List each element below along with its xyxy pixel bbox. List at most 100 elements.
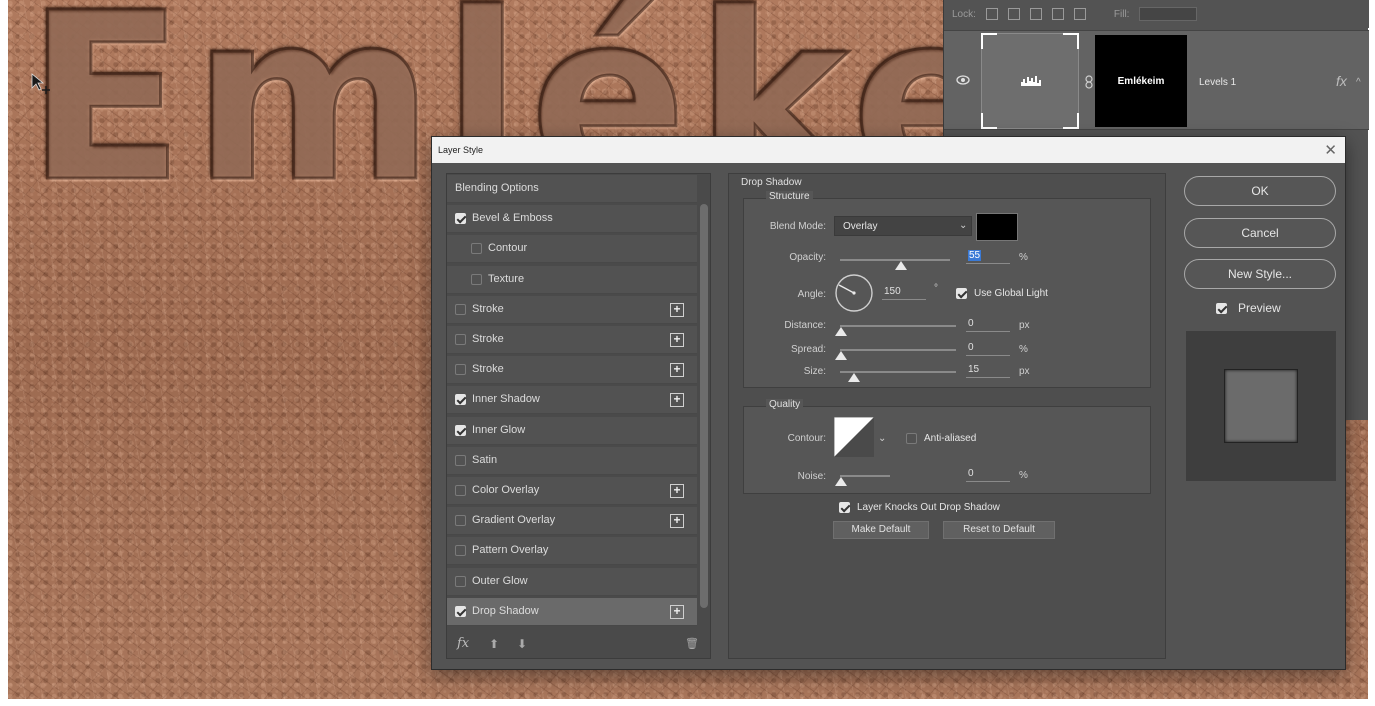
style-checkbox[interactable] [471,243,482,255]
style-item-color-overlay[interactable]: Color Overlay + [447,477,697,505]
layer-row-levels[interactable]: Emlékeim Levels 1 fx ^ [944,30,1369,130]
style-checkbox[interactable] [455,394,466,406]
close-icon[interactable]: ✕ [1324,141,1337,159]
style-item-stroke[interactable]: Stroke + [447,356,697,385]
style-checkbox[interactable] [455,213,466,225]
style-item-stroke[interactable]: Stroke + [447,326,697,354]
add-instance-plus-icon[interactable]: + [670,302,684,317]
spread-slider[interactable] [840,349,956,351]
fill-label: Fill: [1113,8,1130,20]
cancel-button[interactable]: Cancel [1184,218,1336,248]
angle-input[interactable]: 150 [882,285,926,300]
layer-name[interactable]: Levels 1 [1199,77,1236,88]
dialog-titlebar[interactable]: Layer Style ✕ [432,137,1345,163]
style-checkbox[interactable] [471,273,482,285]
opacity-unit: % [1019,252,1028,263]
styles-list-scrollbar[interactable] [698,174,710,614]
style-item-stroke[interactable]: Stroke + [447,295,697,324]
eye-icon[interactable] [956,75,970,85]
style-item-blending-options[interactable]: Blending Options [447,175,697,203]
angle-label: Angle: [797,289,826,300]
style-preview [1186,331,1336,481]
style-item-contour[interactable]: Contour [447,235,697,264]
style-checkbox[interactable] [455,575,466,587]
drop-shadow-settings: Drop Shadow Structure Blend Mode: Overla… [728,173,1166,659]
spread-input[interactable]: 0 [966,341,1010,356]
add-instance-plus-icon[interactable]: + [670,604,684,619]
spread-slider-thumb[interactable] [835,351,847,360]
ok-button[interactable]: OK [1184,176,1336,206]
spread-label: Spread: [790,344,826,355]
shadow-color-swatch[interactable] [976,213,1018,241]
style-checkbox[interactable] [455,515,466,527]
add-instance-plus-icon[interactable]: + [670,514,684,529]
opacity-slider-thumb[interactable] [894,261,907,270]
style-item-bevel-emboss[interactable]: Bevel & Emboss [447,205,697,234]
lock-all-icon[interactable] [1073,8,1086,20]
style-item-satin[interactable]: Satin [447,446,697,475]
collapse-effects-arrow-icon[interactable]: ^ [1356,77,1361,88]
preview-checkbox[interactable] [1216,303,1227,314]
distance-slider[interactable] [840,325,956,327]
noise-slider-thumb[interactable] [835,477,847,486]
style-item-label: Inner Glow [472,423,526,436]
style-item-texture[interactable]: Texture [447,265,697,294]
chevron-down-icon: ⌄ [959,220,968,231]
style-checkbox[interactable] [455,364,466,376]
new-style-button[interactable]: New Style... [1184,259,1336,289]
style-item-label: Drop Shadow [472,604,539,617]
style-item-inner-shadow[interactable]: Inner Shadow + [447,386,697,415]
layer-effects-fx-icon[interactable]: fx [1336,73,1347,89]
noise-input[interactable]: 0 [966,467,1010,482]
chain-link-icon[interactable] [1084,75,1094,89]
levels-adjustment-thumbnail[interactable] [981,33,1079,129]
size-input[interactable]: 15 [966,363,1010,378]
distance-input[interactable]: 0 [966,317,1010,332]
style-item-pattern-overlay[interactable]: Pattern Overlay [447,537,697,566]
style-item-label: Stroke [472,302,504,315]
style-checkbox[interactable] [455,454,466,466]
opacity-input[interactable]: 55 [966,249,1010,264]
style-item-inner-glow[interactable]: Inner Glow [447,416,697,445]
add-instance-plus-icon[interactable]: + [670,363,684,378]
style-item-outer-glow[interactable]: Outer Glow [447,567,697,596]
style-checkbox[interactable] [455,545,466,557]
move-cursor-icon [31,73,50,94]
style-checkbox[interactable] [455,424,466,436]
style-checkbox[interactable] [455,605,466,617]
style-checkbox[interactable] [455,334,466,345]
noise-slider[interactable] [840,475,890,477]
size-slider-thumb[interactable] [848,373,860,382]
angle-dial-icon[interactable] [834,273,874,313]
lock-position-icon[interactable] [1029,8,1042,20]
layer-knocks-out-checkbox[interactable] [839,502,850,513]
fill-field[interactable] [1139,7,1198,21]
reset-to-default-button[interactable]: Reset to Default [943,521,1055,539]
make-default-button[interactable]: Make Default [833,521,929,539]
layer-mask-thumbnail[interactable]: Emlékeim [1095,35,1187,127]
add-instance-plus-icon[interactable]: + [670,393,684,408]
add-effect-fx-icon[interactable]: fx [457,636,469,651]
add-instance-plus-icon[interactable]: + [670,333,684,347]
contour-label: Contour: [787,433,826,444]
contour-preset-icon[interactable] [834,417,874,457]
blend-mode-select[interactable]: Overlay ⌄ [834,216,972,236]
delete-effect-trash-icon[interactable]: 🗑 [685,637,699,650]
anti-aliased-checkbox[interactable] [906,433,917,444]
angle-unit: ° [934,283,938,294]
distance-slider-thumb[interactable] [835,327,847,336]
add-instance-plus-icon[interactable]: + [670,484,684,498]
scrollbar-thumb[interactable] [700,204,708,608]
lock-transparent-icon[interactable] [985,8,998,20]
style-item-drop-shadow[interactable]: Drop Shadow + [447,597,697,626]
move-effect-down-icon[interactable]: ⬇ [517,637,527,651]
style-checkbox[interactable] [455,303,466,315]
style-item-gradient-overlay[interactable]: Gradient Overlay + [447,507,697,536]
lock-artboard-icon[interactable] [1051,8,1064,20]
lock-image-icon[interactable] [1007,8,1020,20]
blend-mode-label: Blend Mode: [769,221,826,232]
style-checkbox[interactable] [455,485,466,496]
move-effect-up-icon[interactable]: ⬆ [489,637,499,651]
use-global-light-checkbox[interactable] [956,288,967,299]
contour-dropdown-chevron-icon[interactable]: ⌄ [878,433,886,444]
